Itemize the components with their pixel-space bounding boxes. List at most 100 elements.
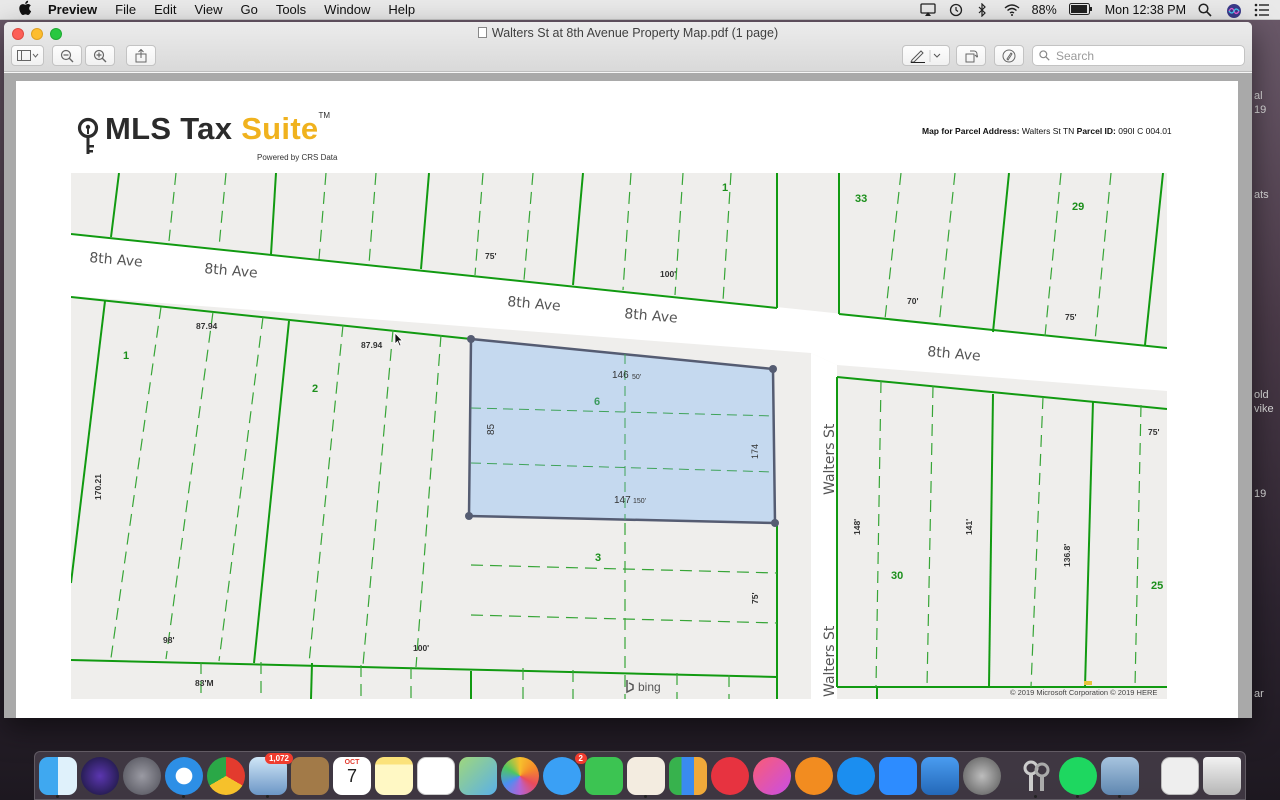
document-area[interactable]: MLS Tax SuiteTM Powered by CRS Data Map …: [4, 73, 1252, 718]
lot-number: 3: [595, 552, 601, 564]
title-bar[interactable]: Walters St at 8th Avenue Property Map.pd…: [4, 22, 1252, 72]
messages-icon[interactable]: 2: [543, 753, 587, 795]
markup-icon: [1002, 49, 1016, 62]
window-title: Walters St at 8th Avenue Property Map.pd…: [4, 26, 1252, 40]
menu-tools[interactable]: Tools: [276, 2, 306, 17]
spotlight-icon[interactable]: [1198, 3, 1214, 17]
running-indicator: [644, 795, 647, 798]
menu-preview[interactable]: Preview: [48, 2, 97, 17]
parcel-address: Walters St TN: [1021, 126, 1075, 136]
mail-badge: 1,072: [264, 753, 293, 764]
sidebar-toggle-button[interactable]: [11, 45, 44, 66]
time-machine-icon[interactable]: [948, 3, 964, 17]
app-store-icon[interactable]: [837, 757, 875, 795]
parcel-map[interactable]: 8th Ave 8th Ave 8th Ave 8th Ave 8th Ave …: [71, 173, 1167, 699]
menu-view[interactable]: View: [195, 2, 223, 17]
lot-number: 6: [594, 396, 600, 408]
share-button[interactable]: [126, 45, 156, 66]
running-indicator: [182, 795, 185, 798]
spotify-icon[interactable]: [1059, 757, 1097, 795]
keychain-icon[interactable]: [1017, 757, 1055, 795]
bluetooth-icon[interactable]: [976, 2, 992, 18]
search-field[interactable]: [1032, 45, 1245, 66]
pdf-document-icon: [477, 27, 487, 38]
map-marker: [1084, 681, 1092, 685]
dimension-label: 148': [852, 519, 862, 535]
desktop-label: 19: [1254, 104, 1267, 116]
dimension-label: 87.94: [196, 321, 218, 331]
menu-go[interactable]: Go: [240, 2, 257, 17]
notification-center-icon[interactable]: [1254, 3, 1270, 17]
share-icon: [135, 48, 147, 62]
mail-icon[interactable]: 1,072: [249, 753, 293, 795]
battery-icon[interactable]: [1068, 3, 1093, 17]
photos-icon[interactable]: [501, 757, 539, 795]
running-indicator: [56, 795, 59, 798]
dimension-label: 147: [614, 495, 631, 506]
books-icon[interactable]: [795, 757, 833, 795]
apple-menu-icon[interactable]: [18, 0, 34, 20]
dimension-label: 174: [750, 444, 760, 459]
contacts-icon[interactable]: [291, 757, 329, 795]
launchpad-icon[interactable]: [123, 757, 161, 795]
notes-icon[interactable]: [375, 757, 413, 795]
reminders-icon[interactable]: [417, 757, 455, 795]
zoom-out-button[interactable]: [52, 45, 82, 66]
parcel-info: Map for Parcel Address: Walters St TN Pa…: [922, 126, 1172, 136]
key-icon: [77, 117, 99, 154]
running-indicator: [266, 795, 269, 798]
dimension-label: 136.8': [1062, 544, 1072, 567]
lot-number: 1: [722, 182, 728, 194]
search-icon: [1039, 50, 1050, 61]
dimension-label: 75': [750, 593, 760, 604]
dimension-label: 150': [633, 498, 646, 505]
markup-toolbar-button[interactable]: [994, 45, 1024, 66]
chrome-icon[interactable]: [207, 757, 245, 795]
clock[interactable]: Mon 12:38 PM: [1105, 3, 1186, 17]
menu-file[interactable]: File: [115, 2, 136, 17]
documents-stack-icon[interactable]: [1161, 757, 1199, 795]
lot-number: 1: [123, 350, 129, 362]
window-title-text: Walters St at 8th Avenue Property Map.pd…: [491, 26, 779, 40]
dimension-label: 75': [1065, 312, 1076, 322]
running-indicator: [1076, 795, 1079, 798]
running-indicator: [1118, 795, 1121, 798]
dimension-label: 98': [163, 635, 174, 645]
safari-icon[interactable]: [165, 757, 203, 795]
news-icon[interactable]: [711, 757, 749, 795]
finder-icon[interactable]: [39, 757, 77, 795]
desktop-label: ats: [1254, 189, 1269, 201]
dimension-label: 75': [485, 251, 496, 261]
battery-percent: 88%: [1031, 3, 1057, 17]
preview-dock-icon[interactable]: [627, 757, 665, 795]
logo-trademark: TM: [318, 111, 331, 120]
dock: 1,072 OCT 7 2: [34, 751, 1246, 800]
running-indicator: [1034, 795, 1037, 798]
maps-icon[interactable]: [459, 757, 497, 795]
siri-icon[interactable]: [1226, 3, 1242, 18]
parcel-id: 090I C 004.01: [1118, 126, 1172, 136]
keynote-icon[interactable]: [921, 757, 959, 795]
siri-dock-icon[interactable]: [81, 757, 119, 795]
trash-icon[interactable]: [1203, 757, 1241, 795]
preview-image-icon[interactable]: [1101, 757, 1139, 795]
zoom-app-icon[interactable]: [879, 757, 917, 795]
wifi-icon[interactable]: [1004, 3, 1020, 17]
menu-window[interactable]: Window: [324, 2, 370, 17]
calendar-icon[interactable]: OCT 7: [333, 757, 371, 795]
desktop-label: ar: [1254, 688, 1264, 700]
numbers-icon[interactable]: [669, 757, 707, 795]
system-preferences-icon[interactable]: [963, 757, 1001, 795]
zoom-in-button[interactable]: [85, 45, 115, 66]
music-icon[interactable]: [753, 757, 791, 795]
pdf-page[interactable]: MLS Tax SuiteTM Powered by CRS Data Map …: [16, 81, 1238, 718]
search-input[interactable]: [1056, 48, 1226, 63]
rotate-button[interactable]: [956, 45, 986, 66]
airplay-icon[interactable]: [920, 3, 936, 17]
lot-number: 29: [1072, 201, 1084, 213]
facetime-icon[interactable]: [585, 757, 623, 795]
menu-edit[interactable]: Edit: [154, 2, 176, 17]
markup-pen-button[interactable]: [902, 45, 950, 66]
menu-help[interactable]: Help: [388, 2, 415, 17]
dimension-label: 70': [907, 296, 918, 306]
